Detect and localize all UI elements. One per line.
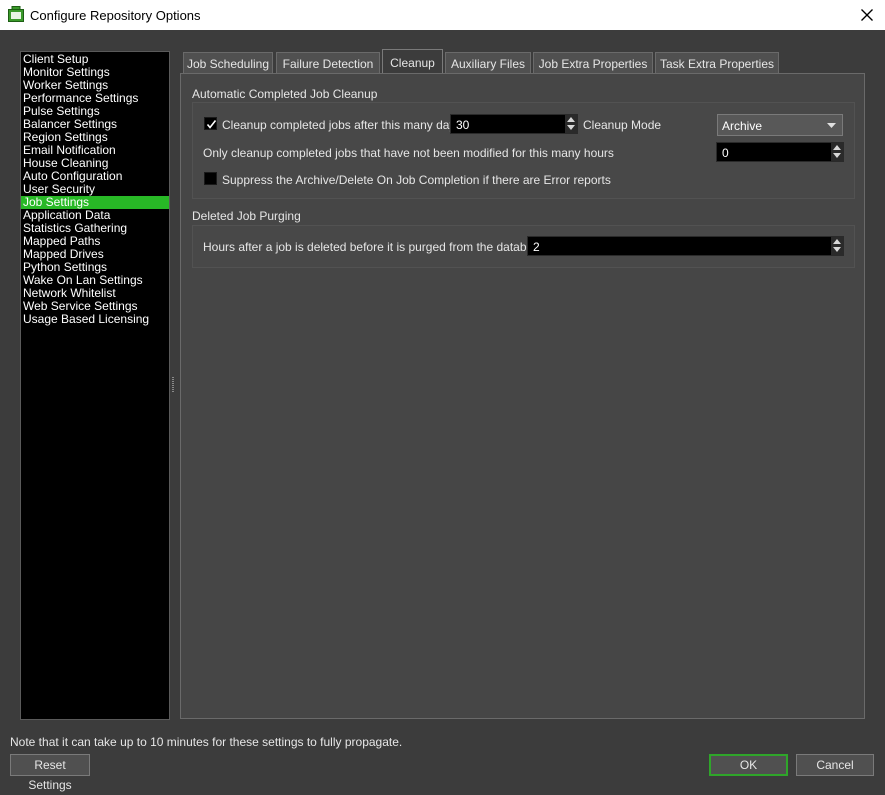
reset-settings-button[interactable]: Reset Settings — [10, 754, 90, 792]
spin-up-icon[interactable] — [567, 117, 575, 123]
cleanup-hours-value: 0 — [722, 146, 729, 160]
cleanup-days-checkbox[interactable] — [204, 117, 217, 130]
suppress-archive-label: Suppress the Archive/Delete On Job Compl… — [222, 173, 611, 187]
spin-down-icon[interactable] — [833, 247, 841, 253]
spin-up-icon[interactable] — [833, 239, 841, 245]
cleanup-hours-spinbox[interactable]: 0 — [716, 142, 844, 162]
cleanup-days-spinbox[interactable]: 30 — [450, 114, 578, 134]
suppress-archive-checkbox[interactable] — [204, 172, 217, 185]
tab-cleanup[interactable]: Cleanup — [382, 49, 443, 74]
cleanup-panel: Automatic Completed Job Cleanup Cleanup … — [180, 73, 865, 719]
purge-hours-spinbox[interactable]: 2 — [527, 236, 844, 256]
settings-category-list[interactable]: Client Setup Monitor Settings Worker Setti… — [20, 51, 170, 720]
app-icon — [8, 6, 24, 22]
tab-task-extra-properties[interactable]: Task Extra Properties — [655, 52, 779, 74]
checkmark-icon — [206, 120, 217, 129]
tab-auxiliary-files[interactable]: Auxiliary Files — [445, 52, 531, 74]
close-button[interactable] — [849, 0, 885, 30]
purge-hours-value: 2 — [533, 240, 540, 254]
ok-button[interactable]: OK — [709, 754, 788, 776]
cleanup-days-label: Cleanup completed jobs after this many d… — [222, 118, 462, 132]
tab-job-scheduling[interactable]: Job Scheduling — [183, 52, 273, 74]
spin-down-icon[interactable] — [567, 125, 575, 131]
title-bar: Configure Repository Options — [0, 0, 885, 30]
sidebar-item-usage-based-licensing[interactable]: Usage Based Licensing — [21, 313, 169, 326]
dropdown-arrow-icon — [827, 123, 836, 128]
purging-group-title: Deleted Job Purging — [192, 209, 301, 223]
window-title: Configure Repository Options — [30, 8, 201, 23]
cleanup-days-value: 30 — [456, 118, 470, 132]
cleanup-mode-value: Archive — [722, 119, 763, 133]
cancel-button[interactable]: Cancel — [796, 754, 874, 776]
purge-hours-label: Hours after a job is deleted before it i… — [203, 240, 546, 254]
cleanup-mode-label: Cleanup Mode — [583, 118, 662, 132]
cleanup-group-title: Automatic Completed Job Cleanup — [192, 87, 378, 101]
cleanup-hours-label: Only cleanup completed jobs that have no… — [203, 146, 614, 160]
close-icon — [861, 9, 873, 21]
propagation-note: Note that it can take up to 10 minutes f… — [10, 735, 403, 749]
splitter-handle[interactable] — [172, 377, 174, 395]
cleanup-mode-dropdown[interactable]: Archive — [717, 114, 843, 136]
tab-failure-detection[interactable]: Failure Detection — [276, 52, 380, 74]
spin-up-icon[interactable] — [833, 145, 841, 151]
tab-job-extra-properties[interactable]: Job Extra Properties — [533, 52, 653, 74]
spin-down-icon[interactable] — [833, 153, 841, 159]
